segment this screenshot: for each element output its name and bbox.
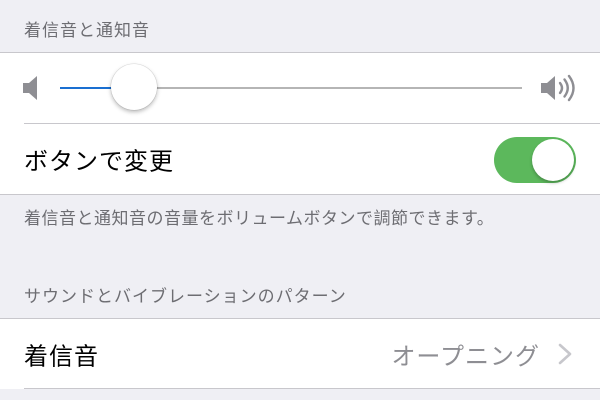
volume-footer-note: 着信音と通知音の音量をボリュームボタンで調節できます。 [24,209,495,229]
ringtone-label: 着信音 [24,342,99,371]
change-with-buttons-row: ボタンで変更 [24,123,600,194]
settings-page: 着信音と通知音 ボタンで変更 着信音と通知音の音量をボリュームボタンで調節できま… [0,0,600,400]
section-header-sounds-vibration: サウンドとバイブレーションのパターン [24,287,347,307]
sounds-vibration-group: 着信音 オープニング [0,318,600,389]
volume-slider-row [0,53,600,123]
volume-slider[interactable] [60,64,522,110]
section-header-ringtone-alerts: 着信音と通知音 [24,21,150,41]
ringtone-row[interactable]: 着信音 オープニング [0,319,600,389]
change-with-buttons-label: ボタンで変更 [24,147,174,176]
volume-slider-thumb[interactable] [110,64,157,110]
speaker-high-icon [541,74,575,102]
chevron-right-icon [558,343,572,365]
speaker-low-icon [23,76,37,100]
toggle-knob [532,139,574,181]
ringtone-alerts-group: ボタンで変更 [0,52,600,195]
ringtone-value: オープニング [391,342,540,371]
row-divider [24,388,600,389]
change-with-buttons-toggle[interactable] [494,137,576,183]
